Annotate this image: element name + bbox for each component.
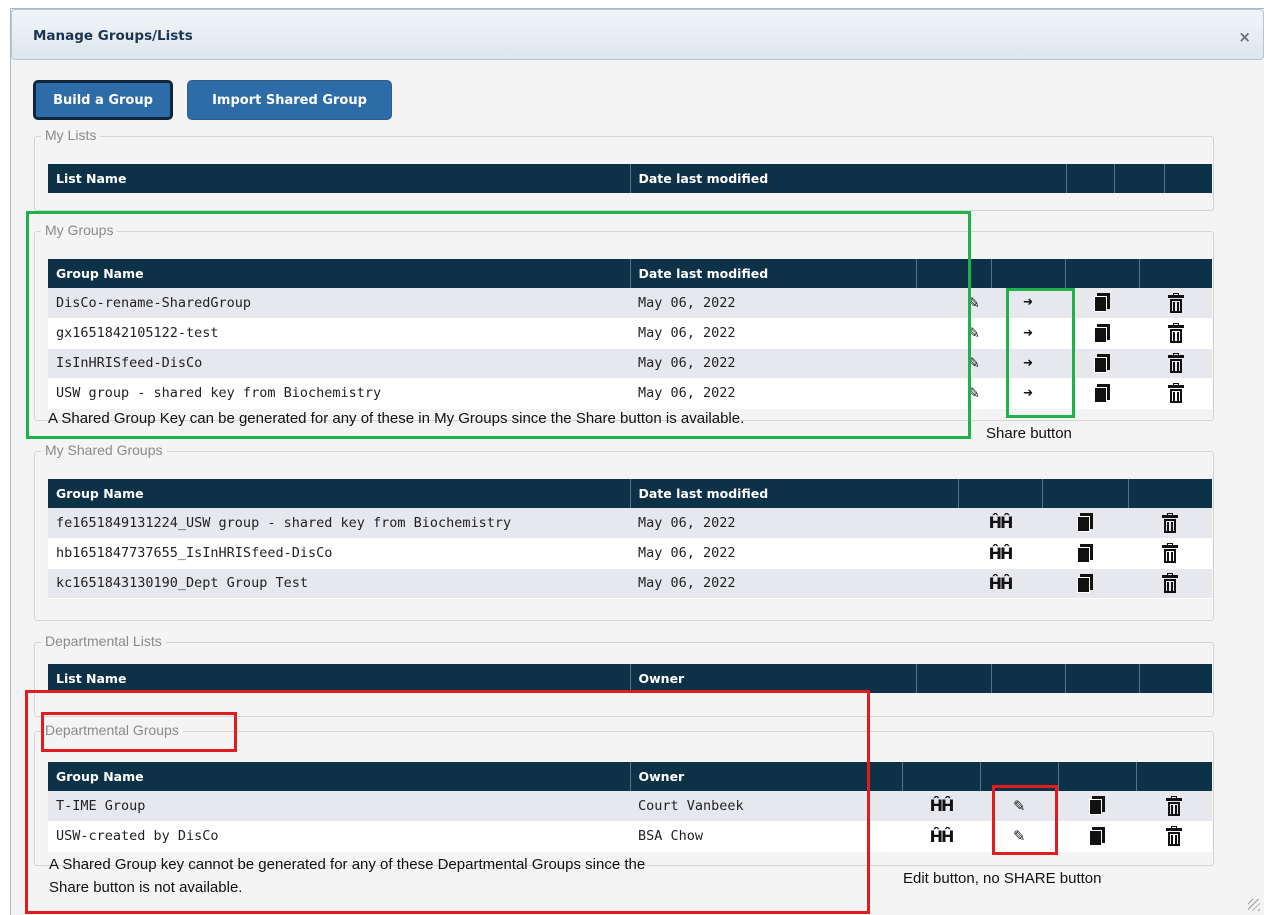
col-delete bbox=[1136, 762, 1212, 791]
col-share bbox=[991, 259, 1066, 288]
col-group-name[interactable]: Group Name bbox=[48, 479, 631, 508]
col-view bbox=[902, 762, 981, 791]
trash-icon[interactable] bbox=[1167, 383, 1184, 403]
trash-icon[interactable] bbox=[1166, 795, 1182, 816]
edit-button-highlight-box bbox=[992, 785, 1058, 855]
copy-icon[interactable] bbox=[1077, 513, 1093, 533]
col-action bbox=[1065, 664, 1140, 693]
my-groups-highlight-box bbox=[26, 211, 971, 439]
trash-icon[interactable] bbox=[1167, 323, 1184, 343]
copy-icon[interactable] bbox=[1089, 826, 1105, 846]
group-name-cell: fe1651849131224_USW group - shared key f… bbox=[48, 508, 630, 539]
copy-icon[interactable] bbox=[1094, 323, 1110, 343]
share-button-annotation: Share button bbox=[986, 425, 1072, 442]
col-list-name[interactable]: List Name bbox=[48, 164, 631, 193]
resize-grip[interactable] bbox=[1248, 899, 1260, 911]
trash-icon[interactable] bbox=[1162, 512, 1178, 533]
my-lists-table: List Name Date last modified bbox=[48, 164, 1212, 193]
col-copy bbox=[1058, 762, 1137, 791]
col-date-last-modified[interactable]: Date last modified bbox=[630, 479, 959, 508]
date-cell: May 06, 2022 bbox=[630, 508, 958, 539]
table-row[interactable]: fe1651849131224_USW group - shared key f… bbox=[48, 508, 1212, 539]
col-action bbox=[1114, 164, 1165, 193]
trash-icon[interactable] bbox=[1167, 353, 1184, 373]
col-action bbox=[991, 664, 1066, 693]
departmental-annotation-line1: A Shared Group key cannot be generated f… bbox=[49, 856, 646, 873]
col-action bbox=[1139, 664, 1212, 693]
table-row[interactable]: hb1651847737655_IsInHRISfeed-DisCo May 0… bbox=[48, 538, 1212, 569]
date-cell: May 06, 2022 bbox=[630, 568, 958, 599]
col-owner[interactable]: Owner bbox=[630, 664, 917, 693]
edit-button-annotation: Edit button, no SHARE button bbox=[903, 870, 1102, 887]
col-copy bbox=[1065, 259, 1140, 288]
date-cell: May 06, 2022 bbox=[630, 538, 958, 569]
my-lists-legend: My Lists bbox=[41, 127, 101, 143]
col-view bbox=[958, 479, 1043, 508]
trash-icon[interactable] bbox=[1162, 573, 1178, 593]
col-date-last-modified[interactable]: Date last modified bbox=[630, 164, 1067, 193]
table-row[interactable]: kc1651843130190_Dept Group Test May 06, … bbox=[48, 568, 1212, 599]
binoculars-icon[interactable]: ĤĤ bbox=[930, 827, 955, 846]
col-delete bbox=[1128, 479, 1212, 508]
copy-icon[interactable] bbox=[1094, 293, 1110, 313]
group-name-cell: kc1651843130190_Dept Group Test bbox=[48, 568, 630, 599]
copy-icon[interactable] bbox=[1094, 383, 1110, 403]
departmental-lists-table: List Name Owner bbox=[48, 664, 1212, 693]
trash-icon[interactable] bbox=[1167, 292, 1184, 313]
binoculars-icon[interactable]: ĤĤ bbox=[989, 544, 1014, 563]
my-shared-groups-table: Group Name Date last modified fe16518491… bbox=[48, 479, 1212, 599]
col-action bbox=[1066, 164, 1115, 193]
group-name-cell: hb1651847737655_IsInHRISfeed-DisCo bbox=[48, 538, 630, 569]
trash-icon[interactable] bbox=[1166, 826, 1182, 846]
binoculars-icon[interactable]: ĤĤ bbox=[930, 796, 955, 815]
col-list-name[interactable]: List Name bbox=[48, 664, 631, 693]
copy-icon[interactable] bbox=[1094, 353, 1110, 373]
build-group-button[interactable]: Build a Group bbox=[33, 80, 173, 120]
dialog-titlebar: Manage Groups/Lists × bbox=[11, 9, 1264, 60]
col-action bbox=[1164, 164, 1212, 193]
my-shared-groups-legend: My Shared Groups bbox=[41, 442, 167, 458]
departmental-lists-legend: Departmental Lists bbox=[41, 633, 166, 649]
copy-icon[interactable] bbox=[1077, 543, 1093, 563]
copy-icon[interactable] bbox=[1089, 796, 1105, 816]
copy-icon[interactable] bbox=[1077, 573, 1093, 593]
trash-icon[interactable] bbox=[1162, 543, 1178, 563]
col-copy bbox=[1042, 479, 1129, 508]
col-action bbox=[916, 664, 992, 693]
import-shared-group-button[interactable]: Import Shared Group bbox=[187, 80, 392, 120]
binoculars-icon[interactable]: ĤĤ bbox=[989, 574, 1014, 593]
binoculars-icon[interactable]: ĤĤ bbox=[989, 513, 1014, 532]
share-column-highlight-box bbox=[1006, 288, 1075, 418]
col-delete bbox=[1139, 259, 1212, 288]
dialog-title: Manage Groups/Lists bbox=[33, 28, 193, 44]
departmental-groups-legend-highlight bbox=[41, 712, 237, 752]
my-groups-annotation: A Shared Group Key can be generated for … bbox=[48, 410, 745, 427]
departmental-annotation-line2: Share button is not available. bbox=[49, 879, 243, 896]
close-icon[interactable]: × bbox=[1238, 28, 1251, 46]
